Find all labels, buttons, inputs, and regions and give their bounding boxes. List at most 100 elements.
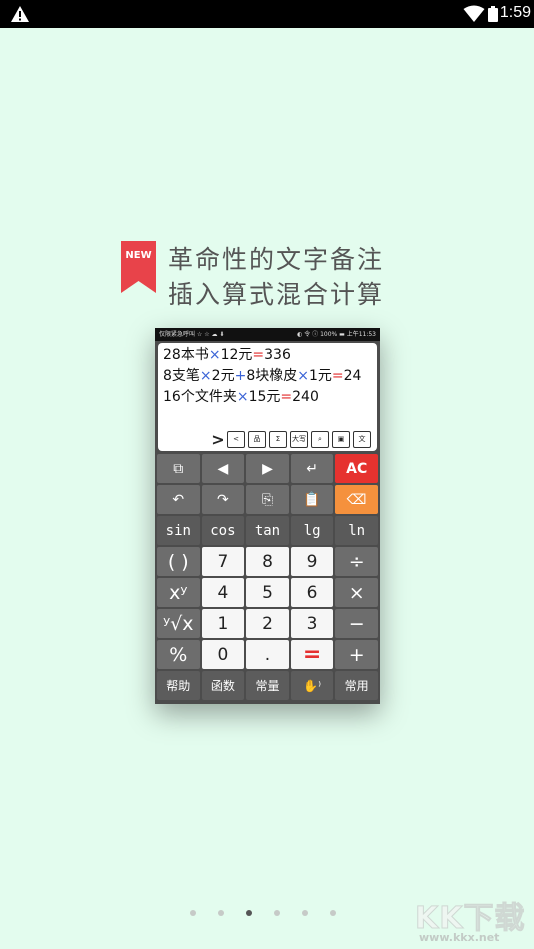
copy-key[interactable]: ⎘	[246, 485, 289, 514]
keypad-row: 帮助 函数 常量 ✋⁾ 常用	[157, 671, 378, 700]
keypad-row: ( ) 7 8 9 ÷	[157, 547, 378, 576]
operator-symbol: +	[234, 368, 247, 384]
feature-headline: NEW 革命性的文字备注 插入算式混合计算	[121, 237, 431, 309]
root-key[interactable]: ʸ√x	[157, 609, 200, 638]
copy-window-key[interactable]: ⧉	[157, 454, 200, 483]
keypad-row: % 0. = +	[157, 640, 378, 669]
expression-text: 28本书	[163, 347, 209, 363]
headline-line-1: 革命性的文字备注	[168, 245, 385, 274]
page-dot[interactable]	[302, 910, 308, 916]
backspace-key[interactable]: ⌫	[335, 485, 378, 514]
digit-6-key[interactable]: 6	[290, 578, 334, 607]
percent-key[interactable]: %	[157, 640, 200, 669]
minus-key[interactable]: −	[335, 609, 378, 638]
search-icon[interactable]: ⌕	[311, 430, 329, 448]
expression-text: 24	[343, 368, 362, 384]
keypad-row: ↶ ↷ ⎘ 📋 ⌫	[157, 485, 378, 514]
new-badge-label: NEW	[125, 250, 152, 261]
calculator-display[interactable]: 28本书×12元=336 8支笔×2元+8块橡皮×1元=24 16个文件夹×15元=…	[158, 343, 377, 451]
preview-status-left: 仅限紧急呼叫 ☆ ☆ ☁ ⬇	[159, 331, 225, 338]
page-dot-active[interactable]	[246, 910, 252, 916]
power-key[interactable]: xʸ	[157, 578, 200, 607]
decimal-key[interactable]: .	[246, 640, 289, 669]
save-icon[interactable]: ▣	[332, 430, 350, 448]
digit-4-key[interactable]: 4	[201, 578, 245, 607]
digit-8-key[interactable]: 8	[246, 547, 289, 576]
functions-key[interactable]: 函数	[201, 671, 245, 700]
display-toolbar: > < 品 Σ 大写 ⌕ ▣ 文	[211, 430, 371, 449]
operator-symbol: =	[280, 389, 293, 405]
expression-line: 8支笔×2元+8块橡皮×1元=24	[163, 366, 372, 387]
expression-text: 1元	[308, 368, 332, 384]
digit-5-key[interactable]: 5	[246, 578, 289, 607]
keypad-row: ʸ√x 1 2 3−	[157, 609, 378, 638]
operator-symbol: ×	[199, 368, 212, 384]
clear-all-key[interactable]: AC	[335, 454, 378, 483]
expression-text: 12元	[220, 347, 253, 363]
voice-key[interactable]: ✋⁾	[290, 671, 334, 700]
preview-status-bar: 仅限紧急呼叫 ☆ ☆ ☁ ⬇ ◐ 令 ⓘ 100% ▬ 上午11:53	[155, 328, 380, 341]
equals-key[interactable]: =	[290, 640, 334, 669]
page-dot[interactable]	[330, 910, 336, 916]
expand-arrow-icon[interactable]: >	[211, 430, 224, 449]
expression-text: 240	[292, 389, 319, 405]
watermark: KK下载 www.kkx.net	[415, 893, 533, 949]
wifi-icon	[463, 5, 485, 22]
calculator-preview: 仅限紧急呼叫 ☆ ☆ ☁ ⬇ ◐ 令 ⓘ 100% ▬ 上午11:53 28本书…	[155, 328, 380, 704]
preview-status-right: ◐ 令 ⓘ 100% ▬ 上午11:53	[297, 331, 376, 338]
expression-text: 2元	[211, 368, 235, 384]
warning-icon	[11, 6, 29, 22]
redo-key[interactable]: ↷	[201, 485, 245, 514]
keypad-row: xʸ 4 5 6 ×	[157, 578, 378, 607]
status-time: 1:59	[499, 4, 531, 21]
expression-text: 336	[264, 347, 291, 363]
expression-text: 8支笔	[163, 368, 200, 384]
enter-key[interactable]: ↵	[290, 454, 334, 483]
keypad-row: sin cos tan lg ln	[157, 516, 378, 545]
operator-symbol: ×	[236, 389, 249, 405]
print-icon[interactable]: 品	[248, 430, 266, 448]
new-badge-icon	[121, 241, 156, 293]
expression-line: 28本书×12元=336	[163, 345, 372, 366]
status-bar: 1:59	[0, 0, 534, 28]
digit-1-key[interactable]: 1	[201, 609, 245, 638]
common-key[interactable]: 常用	[335, 671, 378, 700]
multiply-key[interactable]: ×	[335, 578, 378, 607]
parentheses-key[interactable]: ( )	[157, 547, 200, 576]
expression-text: 16个文件夹	[163, 389, 237, 405]
digit-0-key[interactable]: 0	[201, 640, 245, 669]
digit-2-key[interactable]: 2	[246, 609, 289, 638]
left-arrow-key[interactable]: ◀	[201, 454, 245, 483]
lg-key[interactable]: lg	[290, 516, 334, 545]
ln-key[interactable]: ln	[335, 516, 378, 545]
page-dot[interactable]	[218, 910, 224, 916]
text-icon[interactable]: 文	[353, 430, 371, 448]
undo-key[interactable]: ↶	[157, 485, 200, 514]
page-dot[interactable]	[190, 910, 196, 916]
keypad-row: ⧉ ◀ ▶ ↵ AC	[157, 454, 378, 483]
sin-key[interactable]: sin	[157, 516, 200, 545]
operator-symbol: =	[331, 368, 344, 384]
operator-symbol: ×	[208, 347, 221, 363]
headline-line-2: 插入算式混合计算	[168, 280, 385, 309]
page-dot[interactable]	[274, 910, 280, 916]
cos-key[interactable]: cos	[201, 516, 245, 545]
digit-7-key[interactable]: 7	[201, 547, 245, 576]
divide-key[interactable]: ÷	[335, 547, 378, 576]
paste-key[interactable]: 📋	[290, 485, 334, 514]
watermark-url: www.kkx.net	[419, 931, 500, 944]
digit-9-key[interactable]: 9	[290, 547, 334, 576]
plus-key[interactable]: +	[335, 640, 378, 669]
tan-key[interactable]: tan	[246, 516, 289, 545]
help-key[interactable]: 帮助	[157, 671, 200, 700]
digit-3-key[interactable]: 3	[290, 609, 334, 638]
constants-key[interactable]: 常量	[246, 671, 289, 700]
sum-icon[interactable]: Σ	[269, 430, 287, 448]
operator-symbol: =	[252, 347, 265, 363]
share-icon[interactable]: <	[227, 430, 245, 448]
right-arrow-key[interactable]: ▶	[246, 454, 289, 483]
keypad: ⧉ ◀ ▶ ↵ AC ↶ ↷ ⎘ 📋 ⌫ sin cos tan lg ln( ) 7 8 9 ÷ xʸ 4 5 6 × ʸ√x…	[157, 454, 378, 702]
uppercase-icon[interactable]: 大写	[290, 430, 308, 448]
expression-line: 16个文件夹×15元=240	[163, 387, 372, 408]
operator-symbol: ×	[297, 368, 309, 384]
